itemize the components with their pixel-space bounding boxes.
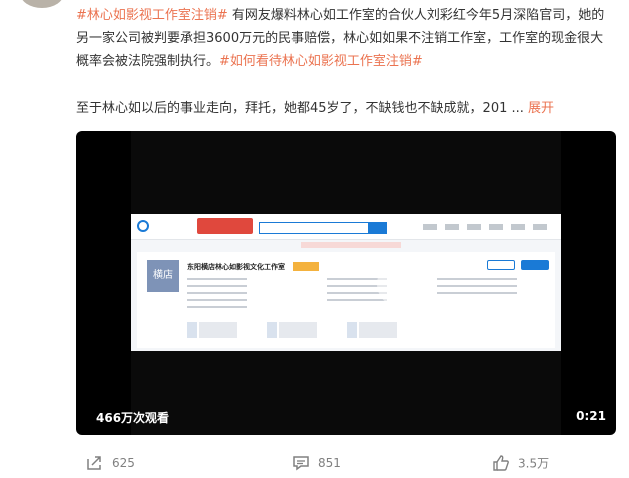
hashtag-link-how-to-view[interactable]: #如何看待林心如影视工作室注销#: [219, 54, 423, 69]
video-frame-screenshot: 横店 东阳横店林心如影视文化工作室: [131, 214, 561, 351]
company-action-button-2: [521, 260, 549, 270]
company-action-button-1: [487, 260, 515, 270]
company-tools-row: [187, 322, 417, 338]
comment-count: 851: [318, 456, 341, 470]
action-bar: 625 851 3.5万: [76, 450, 616, 478]
play-button[interactable]: [377, 261, 423, 307]
like-count: 3.5万: [518, 456, 550, 471]
ellipsis: ...: [511, 101, 524, 116]
comment-icon: [293, 456, 309, 471]
site-logo-icon: [137, 220, 149, 232]
post-text: #林心如影视工作室注销# 有网友爆料林心如工作室的合伙人刘彩红今年5月深陷官司，…: [76, 4, 616, 73]
site-search-button: [369, 222, 387, 234]
expand-link[interactable]: 展开: [528, 101, 554, 116]
site-logo: [137, 220, 187, 234]
site-warning-bar: [301, 242, 401, 248]
avatar[interactable]: [20, 0, 64, 8]
view-count: 466万次观看: [96, 411, 170, 425]
post-text-continued: 至于林心如以后的事业走向，拜托，她都45岁了，不缺钱也不缺成就，201 ... …: [76, 98, 616, 120]
video-content: 横店 东阳横店林心如影视文化工作室: [131, 131, 561, 435]
video-player[interactable]: 横店 东阳横店林心如影视文化工作室 466万次观看 0:21: [76, 131, 616, 435]
site-promo-banner: [197, 218, 253, 234]
play-icon: [394, 273, 411, 295]
site-search-box: [259, 222, 369, 234]
comment-button[interactable]: 851: [292, 454, 341, 472]
site-header: [131, 214, 561, 240]
company-info-lines: [187, 278, 247, 308]
site-nav: [423, 224, 553, 230]
company-info-lines-3: [437, 278, 517, 298]
repost-count: 625: [112, 456, 135, 470]
repost-icon: [87, 456, 101, 470]
company-name: 东阳横店林心如影视文化工作室: [187, 263, 285, 271]
company-card: 横店 东阳横店林心如影视文化工作室: [137, 252, 555, 348]
hashtag-link-studio-cancellation[interactable]: #林心如影视工作室注销#: [76, 8, 228, 23]
company-status-badge: [293, 262, 319, 271]
company-logo: 横店: [147, 260, 179, 292]
video-duration: 0:21: [576, 409, 606, 423]
thumbs-up-icon: [493, 455, 509, 471]
repost-button[interactable]: 625: [86, 454, 135, 472]
like-button[interactable]: 3.5万: [492, 454, 549, 472]
post-truncated-text: 至于林心如以后的事业走向，拜托，她都45岁了，不缺钱也不缺成就，201: [76, 101, 508, 116]
